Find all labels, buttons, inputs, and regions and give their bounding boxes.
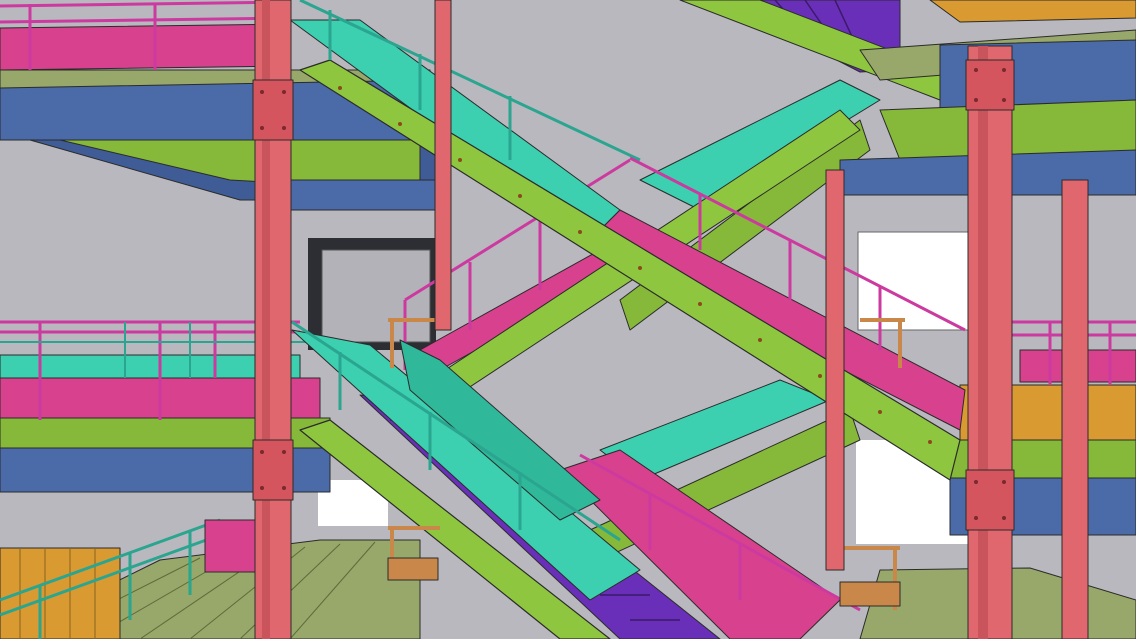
steel-staircase-3d-render: [0, 0, 1136, 639]
viewport-3d[interactable]: [0, 0, 1136, 639]
ground-left-magenta-panel: [204, 519, 256, 573]
tan-box-right: [839, 581, 901, 607]
column-left-back: [434, 0, 452, 331]
column-right-front: [967, 45, 1013, 639]
column-right-back: [1061, 179, 1089, 639]
wall-opening-right: [857, 231, 971, 331]
column-plate-right: [965, 59, 1015, 111]
top-right-grating: [929, 0, 1136, 23]
column-mid-back: [825, 169, 845, 571]
top-left-landing-grating: [0, 23, 291, 71]
column-plate-left: [252, 79, 294, 141]
column-right-front-flange: [978, 46, 988, 639]
tan-box-left: [387, 557, 439, 581]
column-plate-right-mid: [965, 469, 1015, 531]
top-left-blue-girder: [289, 179, 441, 211]
column-plate-left-mid: [252, 439, 294, 501]
